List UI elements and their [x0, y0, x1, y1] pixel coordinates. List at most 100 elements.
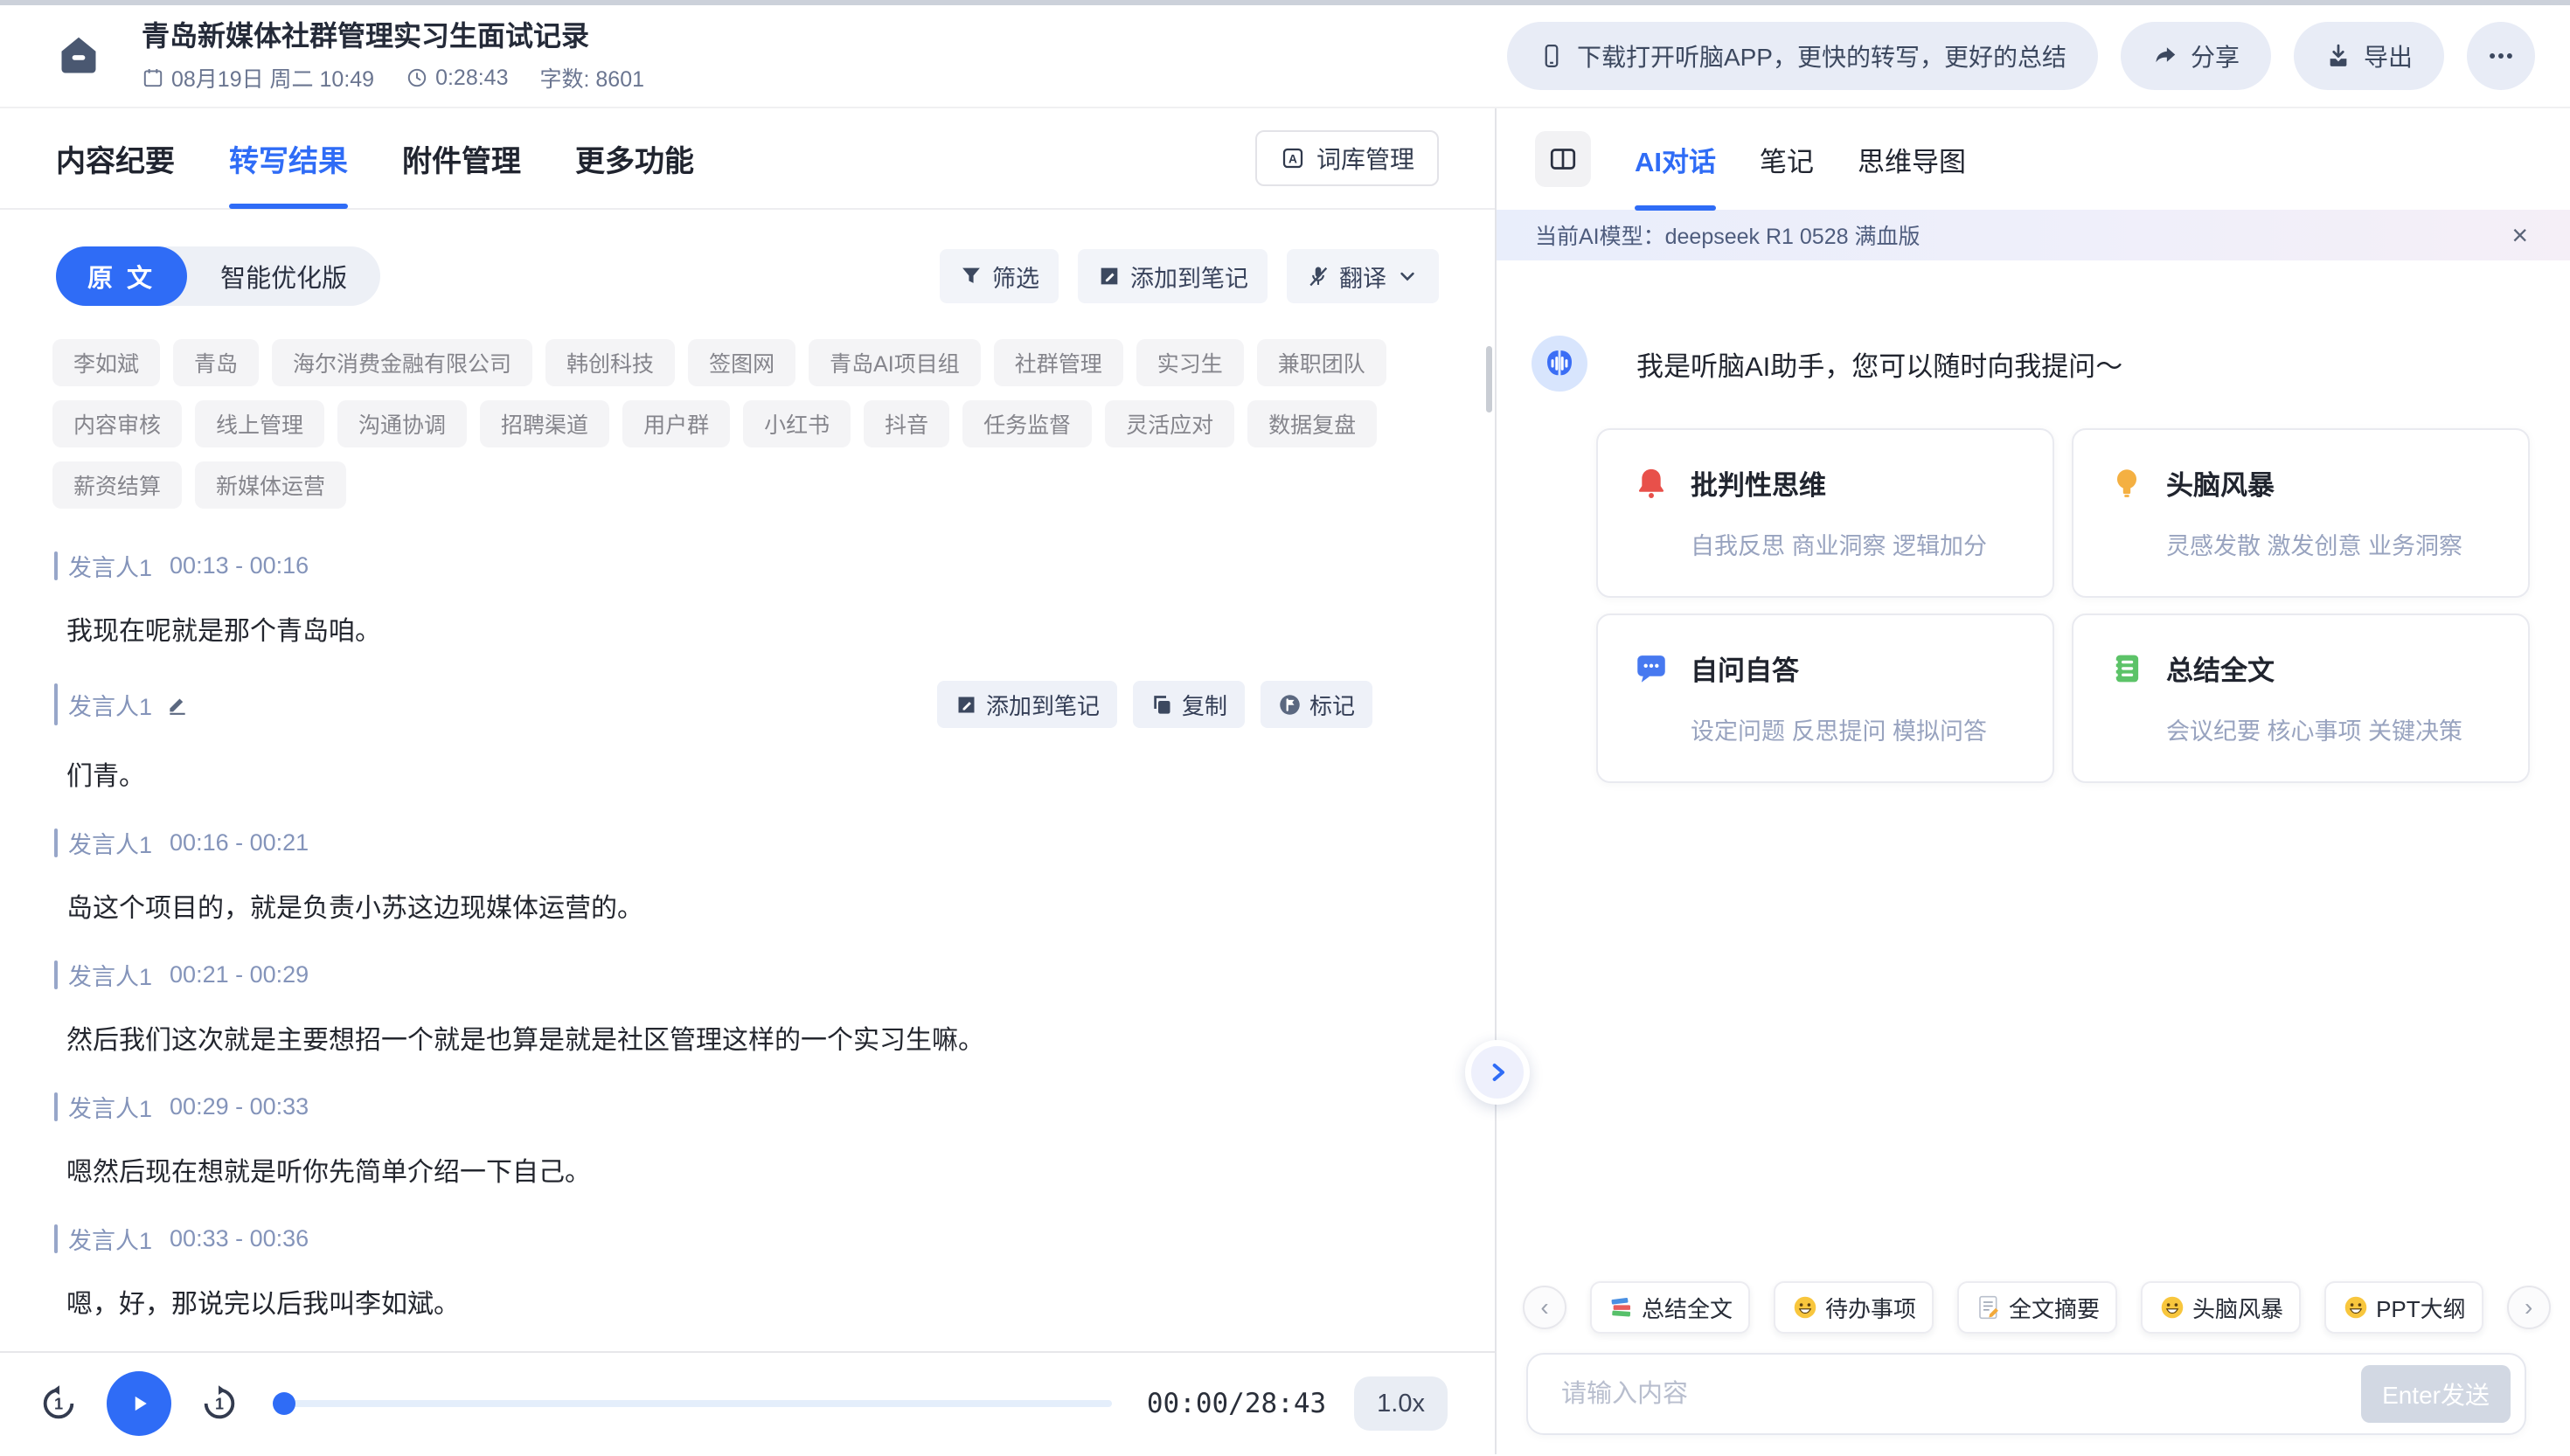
tag[interactable]: 社群管理	[994, 339, 1123, 386]
card-title: 头脑风暴	[2166, 463, 2275, 503]
tab-attachments[interactable]: 附件管理	[402, 108, 521, 208]
tag[interactable]: 线上管理	[195, 400, 324, 447]
chat-input[interactable]	[1561, 1380, 2361, 1409]
expand-panel-button[interactable]	[1465, 1040, 1530, 1105]
card-self-qa[interactable]: 自问自答 设定问题 反思提问 模拟问答	[1596, 614, 2054, 783]
entry-header: 发言人1 00:13 - 00:16	[54, 549, 1372, 583]
speaker-label: 发言人1	[68, 688, 152, 722]
translate-button[interactable]: 翻译	[1287, 249, 1439, 303]
transcript-controls: 原 文 智能优化版 筛选 添加到笔记 翻译	[56, 246, 1439, 306]
entry-header: 发言人1 00:16 - 00:21	[54, 826, 1372, 860]
svg-text:A: A	[1288, 153, 1297, 166]
chevron-down-icon	[1395, 264, 1420, 288]
transcript-entry-hovered: 发言人1 添加到笔记 复制	[54, 681, 1372, 794]
card-critical-thinking[interactable]: 批判性思维 自我反思 商业洞察 逻辑加分	[1596, 428, 2054, 598]
more-button[interactable]	[2467, 22, 2535, 90]
tag[interactable]: 兼职团队	[1257, 339, 1386, 386]
playback-speed-button[interactable]: 1.0x	[1354, 1376, 1448, 1431]
add-to-notes-button[interactable]: 添加到笔记	[1078, 249, 1268, 303]
send-button[interactable]: Enter发送	[2361, 1365, 2511, 1423]
tab-mindmap[interactable]: 思维导图	[1858, 108, 1966, 210]
meta-row: 08月19日 周二 10:49 0:28:43 字数: 8601	[142, 62, 644, 94]
chat-bottom-area: ‹ 总结全文 待办事项 全文摘要 头脑风暴	[1497, 1281, 2570, 1454]
quick-action-todos[interactable]: 待办事项	[1774, 1281, 1934, 1334]
toggle-original[interactable]: 原 文	[56, 246, 187, 306]
card-subtitle: 会议纪要 核心事项 关键决策	[2166, 712, 2493, 746]
tab-ai-chat[interactable]: AI对话	[1635, 108, 1716, 210]
timestamp: 00:29 - 00:33	[170, 1093, 309, 1120]
tab-transcription-result[interactable]: 转写结果	[229, 108, 348, 208]
progress-bar[interactable]	[274, 1400, 1112, 1407]
tag[interactable]: 沟通协调	[337, 400, 467, 447]
card-summarize[interactable]: 总结全文 会议纪要 核心事项 关键决策	[2072, 614, 2530, 783]
smiley-icon	[1791, 1293, 1819, 1321]
ai-greeting: 我是听脑AI助手，您可以随时向我提问～	[1532, 336, 2570, 392]
left-tabbar: 内容纪要 转写结果 附件管理 更多功能 A 词库管理	[0, 108, 1495, 210]
collapse-panel-button[interactable]	[1535, 131, 1591, 187]
card-title: 总结全文	[2166, 648, 2275, 688]
tag[interactable]: 抖音	[864, 400, 949, 447]
share-button[interactable]: 分享	[2121, 22, 2271, 90]
memo-icon	[1975, 1293, 2003, 1321]
tag[interactable]: 签图网	[688, 339, 795, 386]
tag[interactable]: 新媒体运营	[195, 461, 346, 509]
entry-mark-button[interactable]: 标记	[1261, 681, 1372, 728]
brain-icon	[1541, 345, 1578, 382]
speaker-label: 发言人1	[68, 1090, 152, 1124]
card-brainstorm[interactable]: 头脑风暴 灵感发散 激发创意 业务洞察	[2072, 428, 2530, 598]
tag[interactable]: 招聘渠道	[480, 400, 609, 447]
home-icon[interactable]	[56, 33, 101, 79]
list-icon	[2108, 650, 2145, 687]
quick-action-brainstorm[interactable]: 头脑风暴	[2141, 1281, 2301, 1334]
play-button[interactable]	[107, 1371, 171, 1436]
forward-icon[interactable]: 1	[199, 1383, 240, 1424]
play-icon	[124, 1389, 154, 1418]
tab-notes[interactable]: 笔记	[1760, 108, 1814, 210]
entry-add-to-notes-button[interactable]: 添加到笔记	[937, 681, 1117, 728]
chevron-left-icon[interactable]: ‹	[1523, 1286, 1566, 1329]
chevron-right-icon[interactable]: ›	[2507, 1286, 2551, 1329]
rewind-icon[interactable]: 1	[38, 1383, 79, 1424]
quick-action-summarize[interactable]: 总结全文	[1590, 1281, 1750, 1334]
filter-button[interactable]: 筛选	[940, 249, 1059, 303]
close-icon[interactable]: ×	[2511, 221, 2528, 249]
scrollbar-thumb[interactable]	[1486, 346, 1492, 413]
tag[interactable]: 青岛AI项目组	[809, 339, 981, 386]
tag[interactable]: 实习生	[1136, 339, 1244, 386]
audio-player: 1 1 00:00/28:43 1.0x	[0, 1351, 1495, 1454]
toggle-optimized[interactable]: 智能优化版	[187, 258, 380, 295]
tag[interactable]: 海尔消费金融有限公司	[272, 339, 532, 386]
entry-copy-button[interactable]: 复制	[1133, 681, 1245, 728]
tag[interactable]: 李如斌	[52, 339, 160, 386]
tag[interactable]: 用户群	[622, 400, 730, 447]
tag[interactable]: 内容审核	[52, 400, 182, 447]
export-button[interactable]: 导出	[2294, 22, 2444, 90]
lexicon-manage-button[interactable]: A 词库管理	[1255, 130, 1439, 186]
tag[interactable]: 小红书	[743, 400, 851, 447]
tag[interactable]: 任务监督	[962, 400, 1092, 447]
tab-content-summary[interactable]: 内容纪要	[56, 108, 175, 208]
quick-action-abstract[interactable]: 全文摘要	[1957, 1281, 2117, 1334]
download-app-banner-button[interactable]: 下载打开听脑APP，更快的转写，更好的总结	[1507, 22, 2098, 90]
app-window: 青岛新媒体社群管理实习生面试记录 08月19日 周二 10:49 0:28:43…	[0, 0, 2570, 1456]
tag[interactable]: 灵活应对	[1105, 400, 1234, 447]
tag[interactable]: 薪资结算	[52, 461, 182, 509]
right-header: AI对话 笔记 思维导图	[1497, 108, 2570, 210]
translate-icon	[1306, 264, 1330, 288]
transcript-entry: 发言人1 00:29 - 00:33 嗯然后现在想就是听你先简单介绍一下自己。	[54, 1090, 1372, 1190]
edit-speaker-icon[interactable]	[166, 693, 189, 716]
speaker-label: 发言人1	[68, 826, 152, 860]
card-subtitle: 设定问题 反思提问 模拟问答	[1691, 712, 2018, 746]
tab-more-features[interactable]: 更多功能	[575, 108, 694, 208]
card-title: 批判性思维	[1691, 463, 1826, 503]
quick-action-ppt-outline[interactable]: PPT大纲	[2324, 1281, 2483, 1334]
ai-greeting-text: 我是听脑AI助手，您可以随时向我提问～	[1636, 344, 2122, 384]
transcript-text: 然后我们这次就是主要想招一个就是也算是就是社区管理这样的一个实习生嘛。	[66, 1023, 1372, 1058]
tag[interactable]: 数据复盘	[1247, 400, 1377, 447]
tag[interactable]: 青岛	[173, 339, 259, 386]
tag[interactable]: 韩创科技	[545, 339, 675, 386]
card-subtitle: 灵感发散 激发创意 业务洞察	[2166, 527, 2493, 561]
left-panel: 内容纪要 转写结果 附件管理 更多功能 A 词库管理 原 文 智能优化版 筛选	[0, 108, 1497, 1454]
download-icon	[2325, 43, 2351, 69]
transcript-entry: 发言人1 00:16 - 00:21 岛这个项目的，就是负责小苏这边现媒体运营的…	[54, 826, 1372, 926]
